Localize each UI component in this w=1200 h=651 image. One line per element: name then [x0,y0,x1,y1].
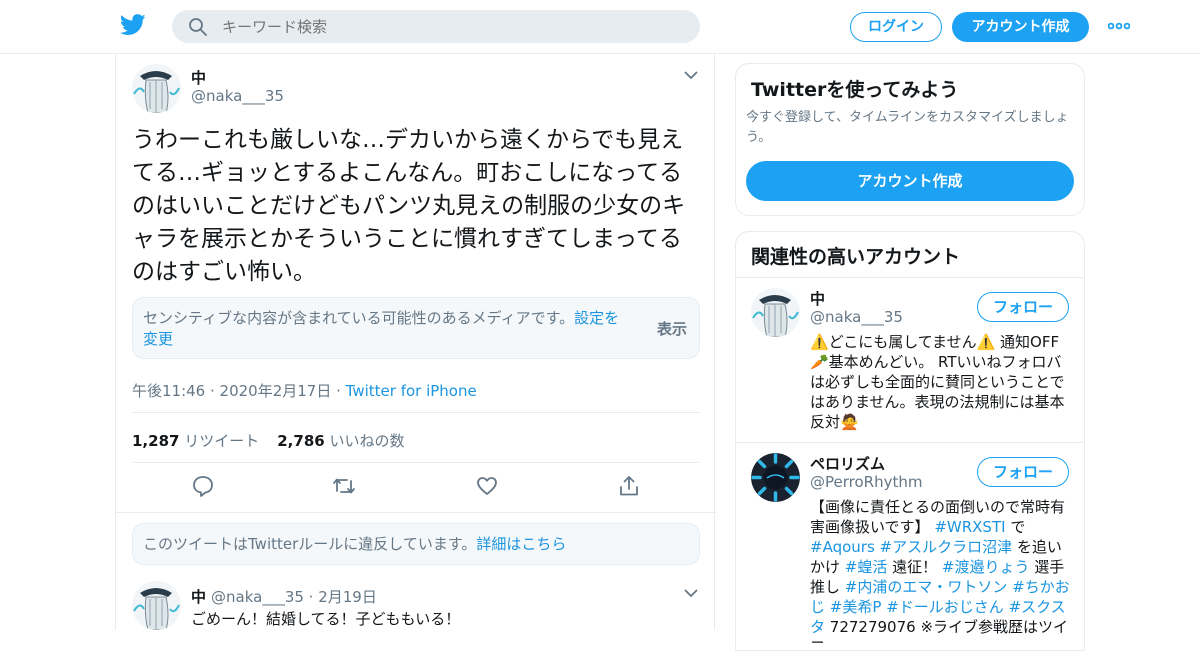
hashtag-link[interactable]: #アスルクラロ沼津 [880,538,1013,556]
signup-card-subtitle: 今すぐ登録して、タイムラインをカスタマイズしましょう。 [746,110,1069,145]
avatar[interactable] [132,64,181,113]
tweet-author-name[interactable]: 中 [191,67,206,88]
tweet-source-link[interactable]: Twitter for iPhone [346,382,477,400]
signup-card-title: Twitterを使ってみよう [751,79,959,101]
account-handle[interactable]: @naka___35 [810,308,903,326]
tweet-author-handle[interactable]: @naka___35 [191,87,284,105]
chevron-down-icon[interactable] [684,70,698,80]
like-count: 2,786 [277,432,325,450]
retweet-stat[interactable]: 1,287 リツイート [132,432,259,450]
hashtag-link[interactable]: #Aqours [810,538,875,556]
account-bio: ⚠️どこにも属してません⚠️ 通知OFF🥕基本めんどい。 RTいいねフォロバは必… [810,333,1065,431]
hashtag-link[interactable]: #内浦のエマ・ワトソン [845,578,1008,596]
search-input[interactable] [222,10,682,43]
like-stat[interactable]: 2,786 いいねの数 [277,432,404,450]
hashtag-link[interactable]: #蝗活 [845,558,888,576]
share-icon[interactable] [617,474,641,498]
hashtag-link[interactable]: #渡邉りょう [942,558,1030,576]
show-media-button[interactable]: 表示 [657,318,687,339]
sensitive-media-notice: センシティブな内容が含まれている可能性のあるメディアです。設定を変更 表示 [132,297,700,359]
reply-text: ごめーん！結婚してる！子どももいる！ [191,610,461,628]
chevron-down-icon[interactable] [684,588,698,598]
account-bio: 【画像に責任とるの面倒いので常時有害画像扱いです】 #WRXSTI で #Aqo… [810,497,1072,643]
rule-details-link[interactable]: 詳細はこちら [476,535,566,553]
tweet-stats: 1,287 リツイート 2,786 いいねの数 [132,430,405,451]
retweet-stat-label: リツイート [184,432,260,450]
search-box[interactable] [172,10,700,43]
retweet-icon[interactable] [332,474,356,498]
signup-card: Twitterを使ってみよう 今すぐ登録して、タイムラインをカスタマイズしましょ… [735,63,1085,216]
avatar[interactable] [751,453,800,502]
twitter-bird-icon[interactable] [120,14,146,36]
related-account-item[interactable]: ペロリズム @PerroRhythm フォロー 【画像に責任とるの面倒いので常時… [736,443,1084,643]
search-icon [189,18,207,36]
reply-meta[interactable]: @naka___35 · 2月19日 [211,586,377,607]
rule-violation-notice: このツイートはTwitterルールに違反しています。詳細はこちら [132,523,700,565]
avatar-image [132,64,181,113]
bio-text: で [1005,518,1026,536]
hashtag-link[interactable]: #ドールおじさん [886,598,1004,616]
bio-text: 727279076 ※ライブ参戦歴はツイフィ [810,618,1069,643]
meta-separator: · [331,382,346,400]
reply-icon[interactable] [191,474,215,498]
more-dots-icon[interactable] [1108,18,1130,34]
login-button[interactable]: ログイン [850,12,942,42]
like-heart-icon[interactable] [475,474,499,498]
bio-text: 遠征！ [887,558,942,576]
account-handle[interactable]: @PerroRhythm [810,473,922,491]
tweet-text: うわーこれも厳しいな…デカいから遠くからでも見えてる…ギョッとするよこんなん。町… [132,127,686,285]
follow-button[interactable]: フォロー [977,292,1069,322]
reply-avatar[interactable] [132,581,181,630]
related-accounts-title: 関連性の高いアカウント [751,246,961,268]
account-name[interactable]: 中 [810,288,825,309]
tweet-column: 中 @naka___35 うわーこれも厳しいな…デカいから遠くからでも見えてる…… [115,54,716,630]
rule-violation-text: このツイートはTwitterルールに違反しています。 [143,535,477,553]
follow-button[interactable]: フォロー [977,457,1069,487]
retweet-count: 1,287 [132,432,180,450]
sensitive-media-text: センシティブな内容が含まれている可能性のあるメディアです。 [143,309,575,327]
avatar-image [751,288,800,337]
related-account-item[interactable]: 中 @naka___35 フォロー ⚠️どこにも属してません⚠️ 通知OFF🥕基… [736,278,1084,442]
hashtag-link[interactable]: #WRXSTI [934,518,1005,536]
tweet-meta: 午後11:46 · 2020年2月17日 · Twitter for iPhon… [132,380,477,401]
section-separator [116,512,716,513]
like-stat-label: いいねの数 [329,432,405,450]
tweet-timestamp[interactable]: 午後11:46 · 2020年2月17日 [132,382,331,400]
tweet-actions [116,474,716,504]
reply-author-name[interactable]: 中 [191,586,206,607]
divider [132,462,700,463]
divider [132,412,700,413]
sensitive-media-message: センシティブな内容が含まれている可能性のあるメディアです。設定を変更 [143,308,633,350]
avatar[interactable] [751,288,800,337]
avatar-image [751,453,800,502]
top-nav-bar: ログイン アカウント作成 [0,0,1200,54]
signup-card-button[interactable]: アカウント作成 [746,161,1074,201]
signup-button[interactable]: アカウント作成 [952,12,1089,42]
related-accounts-card: 関連性の高いアカウント 中 @naka___35 フォロー ⚠️どこにも属してま… [735,231,1085,651]
hashtag-link[interactable]: #美希P [830,598,882,616]
account-name[interactable]: ペロリズム [810,453,885,474]
avatar-image [132,581,181,630]
